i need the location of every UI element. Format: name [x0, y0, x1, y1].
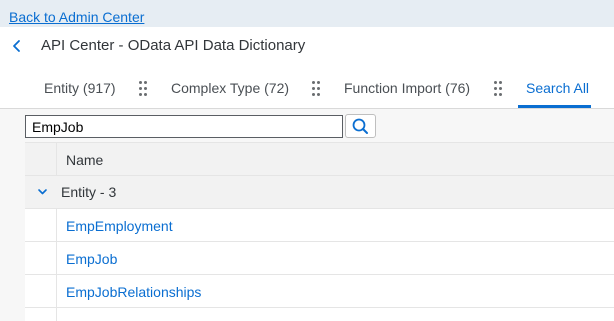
- row-selector[interactable]: [25, 242, 57, 274]
- search-input[interactable]: [25, 115, 343, 138]
- back-to-admin-center-link[interactable]: Back to Admin Center: [9, 9, 144, 26]
- row-selector[interactable]: [25, 275, 57, 307]
- group-label: Entity - 3: [61, 184, 117, 200]
- drag-handle-icon[interactable]: [311, 80, 321, 98]
- row-selector: [25, 308, 57, 321]
- table-row: EmpEmployment: [25, 209, 614, 242]
- search-button[interactable]: [345, 114, 376, 138]
- table-row: EmpJob: [25, 242, 614, 275]
- tab-complex-type[interactable]: Complex Type (72): [171, 80, 289, 97]
- drag-handle-icon[interactable]: [138, 80, 148, 98]
- selection-column-header: [25, 143, 57, 175]
- search-icon: [352, 118, 368, 134]
- entity-link-empjob[interactable]: EmpJob: [66, 251, 117, 267]
- table-row: EmpJobRelationships: [25, 275, 614, 308]
- tab-search-all[interactable]: Search All: [526, 80, 589, 97]
- entity-link-empjobrelationships[interactable]: EmpJobRelationships: [66, 284, 201, 300]
- column-header-name[interactable]: Name: [66, 152, 103, 168]
- chevron-down-icon[interactable]: [37, 188, 48, 196]
- tab-function-import[interactable]: Function Import (76): [344, 80, 470, 97]
- active-tab-indicator: [518, 105, 591, 108]
- tab-bar: Entity (917) Complex Type (72) Function …: [0, 65, 614, 109]
- results-table: Name Entity - 3 EmpEmployment EmpJob Emp…: [25, 142, 614, 321]
- table-header-row: Name: [25, 143, 614, 176]
- row-selector[interactable]: [25, 209, 57, 241]
- group-row-entity[interactable]: Entity - 3: [25, 176, 614, 209]
- drag-handle-icon[interactable]: [493, 80, 503, 98]
- table-row-empty: [25, 308, 614, 321]
- page-title: API Center - OData API Data Dictionary: [41, 37, 306, 54]
- chevron-left-icon[interactable]: [9, 38, 25, 54]
- top-bar: Back to Admin Center: [0, 0, 614, 27]
- title-bar: API Center - OData API Data Dictionary: [0, 27, 614, 65]
- entity-link-empemployment[interactable]: EmpEmployment: [66, 218, 173, 234]
- tab-entity[interactable]: Entity (917): [44, 80, 116, 97]
